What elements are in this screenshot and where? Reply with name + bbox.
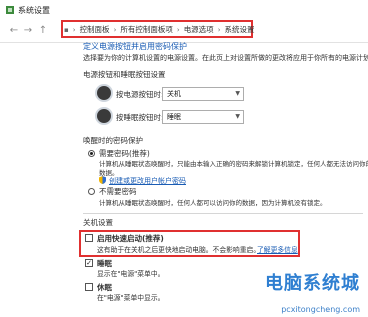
fast-startup-highlight-box bbox=[79, 230, 300, 257]
chevron-down-icon: ▼ bbox=[235, 90, 240, 97]
power-options-icon bbox=[6, 6, 14, 14]
watermark-url: pcxitongcheng.com bbox=[281, 305, 360, 314]
chevron-down-icon: ▼ bbox=[235, 113, 240, 120]
breadcrumb: ▪ › 控制面板 › 所有控制面板项 › 电源选项 › 系统设置 bbox=[64, 24, 255, 35]
power-button-icon bbox=[97, 86, 111, 100]
breadcrumb-item-system-settings[interactable]: 系统设置 bbox=[225, 24, 255, 35]
page-heading: 定义电源按钮并启用密码保护 bbox=[83, 42, 187, 51]
breadcrumb-item-all-items[interactable]: 所有控制面板项 bbox=[120, 24, 173, 35]
breadcrumb-root-icon: ▪ bbox=[64, 25, 69, 34]
intro-text: 选择要为你的计算机设置的电源设置。在此页上对设置所做的更改将应用于你所有的电源计… bbox=[83, 54, 368, 62]
power-button-label: 按电源按钮时: bbox=[116, 90, 164, 99]
hibernate-desc: 在"电源"菜单中显示。 bbox=[97, 294, 165, 302]
sleep-button-dropdown-value: 睡眠 bbox=[167, 113, 181, 121]
sleep-desc: 显示在"电源"菜单中。 bbox=[97, 270, 165, 278]
breadcrumb-item-power-options[interactable]: 电源选项 bbox=[184, 24, 214, 35]
forward-arrow-icon[interactable]: → bbox=[22, 24, 34, 38]
require-password-desc-1: 计算机从睡眠状态唤醒时，只能由本输入正确的密码来解锁计算机锁定，任何人都无法访问… bbox=[99, 160, 368, 168]
shutdown-section-title: 关机设置 bbox=[83, 218, 113, 227]
sleep-button-label: 按睡眠按钮时: bbox=[116, 113, 164, 122]
section-divider bbox=[83, 213, 363, 214]
window-title: 系统设置 bbox=[18, 6, 50, 15]
title-bar: 系统设置 bbox=[0, 0, 368, 20]
power-button-dropdown[interactable]: 关机 ▼ bbox=[162, 87, 244, 101]
up-arrow-icon[interactable]: ↑ bbox=[37, 24, 49, 38]
sleep-checkbox[interactable]: ✓ bbox=[85, 259, 93, 267]
back-arrow-icon[interactable]: ← bbox=[8, 24, 20, 38]
sleep-button-dropdown[interactable]: 睡眠 ▼ bbox=[162, 110, 244, 124]
power-buttons-section-title: 电源按钮和睡眠按钮设置 bbox=[83, 70, 166, 79]
no-password-desc: 计算机从睡眠状态唤醒时，任何人都可以访问你的数据，因为计算机没有锁定。 bbox=[99, 199, 327, 207]
no-password-label[interactable]: 不需要密码 bbox=[99, 186, 137, 197]
create-password-link[interactable]: 创建或更改用户帐户密码 bbox=[109, 176, 186, 186]
breadcrumb-item-control-panel[interactable]: 控制面板 bbox=[80, 24, 110, 35]
no-password-radio[interactable] bbox=[88, 188, 95, 195]
shield-icon bbox=[99, 176, 106, 184]
require-password-radio[interactable] bbox=[88, 150, 95, 157]
sleep-button-icon bbox=[97, 109, 111, 123]
power-button-dropdown-value: 关机 bbox=[167, 90, 181, 98]
hibernate-checkbox[interactable] bbox=[85, 283, 93, 291]
watermark-brand: 电脑系统城 bbox=[265, 273, 360, 294]
password-section-title: 唤醒时的密码保护 bbox=[83, 136, 143, 145]
